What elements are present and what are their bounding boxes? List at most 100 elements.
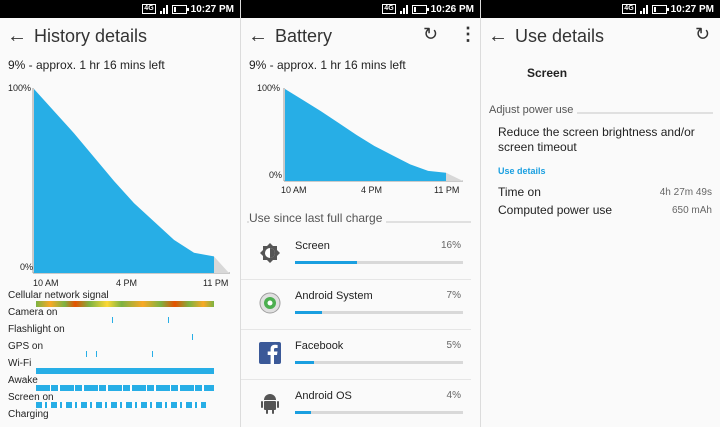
projection-area bbox=[446, 172, 463, 181]
signal-label-camera: Camera on bbox=[8, 307, 58, 318]
app-percent: 7% bbox=[446, 290, 461, 301]
app-name: Android System bbox=[295, 290, 373, 302]
signal-label-gps: GPS on bbox=[8, 341, 44, 352]
app-row-android-os[interactable]: Android OS 4% bbox=[241, 380, 471, 427]
gps-on-marker bbox=[86, 351, 87, 357]
section-header: Adjust power use bbox=[489, 104, 578, 116]
signal-label-charging: Charging bbox=[8, 409, 49, 420]
app-name: Facebook bbox=[295, 340, 344, 352]
computed-power-value: 650 mAh bbox=[671, 205, 712, 216]
battery-history-svg: 100% 0% 10 AM 4 PM 11 PM bbox=[8, 83, 230, 288]
awake-bar bbox=[36, 385, 214, 391]
flashlight-on-marker bbox=[192, 334, 193, 340]
history-details-panel: 4G 10:27 PM ← History details 9% - appro… bbox=[0, 0, 240, 427]
signal-label-flashlight: Flashlight on bbox=[8, 324, 65, 335]
usage-bar-fill bbox=[295, 411, 311, 414]
android-system-icon bbox=[259, 292, 281, 314]
battery-summary: 9% - approx. 1 hr 16 mins left bbox=[249, 58, 406, 72]
usage-bar-fill bbox=[295, 261, 358, 264]
android-os-icon bbox=[261, 394, 279, 414]
refresh-icon[interactable]: ↻ bbox=[695, 24, 710, 45]
cellular-signal-bar bbox=[36, 301, 214, 307]
usage-bar-fill bbox=[295, 311, 323, 314]
app-row-facebook[interactable]: Facebook 5% bbox=[241, 330, 471, 380]
battery-history-chart: 100% 0% 10 AM 4 PM 11 PM bbox=[0, 80, 240, 290]
page-title: Battery bbox=[275, 25, 333, 46]
status-time: 10:27 PM bbox=[670, 3, 714, 15]
app-row-android-system[interactable]: Android System 7% bbox=[241, 280, 471, 330]
use-details-header: Use details bbox=[498, 166, 546, 176]
x-label-10am: 10 AM bbox=[33, 278, 59, 288]
x-label-10am: 10 AM bbox=[281, 185, 307, 195]
signal-icon bbox=[159, 4, 168, 14]
time-on-value: 4h 27m 49s bbox=[659, 187, 712, 198]
app-bar: ← Battery bbox=[241, 18, 480, 54]
signal-label-wifi: Wi-Fi bbox=[8, 358, 32, 369]
battery-icon bbox=[651, 4, 669, 14]
network-type-badge: 4G bbox=[382, 4, 396, 14]
battery-chart[interactable]: 100% 0% 10 AM 4 PM 11 PM bbox=[241, 80, 480, 200]
signal-icon bbox=[399, 4, 408, 14]
app-row-screen[interactable]: Screen 16% bbox=[241, 230, 471, 280]
page-title: History details bbox=[34, 25, 148, 46]
network-type-badge: 4G bbox=[622, 4, 636, 14]
status-bar: 4G 10:27 PM bbox=[0, 0, 240, 18]
wifi-bar bbox=[36, 368, 214, 374]
x-label-4pm: 4 PM bbox=[116, 278, 137, 288]
x-label-4pm: 4 PM bbox=[361, 185, 382, 195]
app-name-header: Screen bbox=[527, 66, 568, 80]
battery-icon bbox=[171, 4, 189, 14]
usage-bar-track bbox=[295, 311, 463, 314]
app-name: Android OS bbox=[295, 390, 352, 402]
overflow-menu-icon[interactable]: ⋮ bbox=[459, 24, 477, 45]
network-type-badge: 4G bbox=[142, 4, 156, 14]
status-time: 10:27 PM bbox=[190, 3, 234, 15]
usage-bar-track bbox=[295, 361, 463, 364]
time-on-label: Time on bbox=[498, 185, 541, 199]
camera-on-marker bbox=[112, 317, 113, 323]
use-details-panel: 4G 10:27 PM ← Use details ↻ Screen Adjus… bbox=[480, 0, 720, 427]
battery-area bbox=[285, 89, 446, 181]
usage-bar-track bbox=[295, 261, 463, 264]
battery-panel: 4G 10:26 PM ← Battery ↻ ⋮ 9% - approx. 1… bbox=[240, 0, 480, 427]
y-top-label: 100% bbox=[257, 83, 280, 93]
page-title: Use details bbox=[515, 25, 605, 46]
battery-icon bbox=[411, 4, 429, 14]
usage-bar-fill bbox=[295, 361, 315, 364]
camera-on-marker bbox=[168, 317, 169, 323]
computed-power-label: Computed power use bbox=[498, 203, 613, 217]
status-bar: 4G 10:27 PM bbox=[481, 0, 720, 18]
section-header: Use since last full charge bbox=[249, 211, 387, 225]
back-arrow-icon[interactable]: ← bbox=[0, 25, 34, 48]
battery-chart-svg: 100% 0% 10 AM 4 PM 11 PM bbox=[257, 83, 463, 195]
battery-summary: 9% - approx. 1 hr 16 mins left bbox=[8, 58, 165, 72]
gps-on-marker bbox=[152, 351, 153, 357]
app-name: Screen bbox=[295, 240, 330, 252]
battery-area bbox=[34, 89, 214, 273]
y-bottom-label: 0% bbox=[269, 170, 282, 180]
app-percent: 5% bbox=[446, 340, 461, 351]
refresh-icon[interactable]: ↻ bbox=[423, 24, 438, 45]
app-bar: ← Use details bbox=[481, 18, 720, 54]
screen-brightness-icon bbox=[260, 243, 280, 263]
status-time: 10:26 PM bbox=[430, 3, 474, 15]
x-label-11pm: 11 PM bbox=[434, 185, 459, 195]
app-percent: 16% bbox=[440, 240, 461, 251]
projection-area bbox=[214, 256, 229, 273]
app-bar: ← History details bbox=[0, 18, 240, 54]
back-arrow-icon[interactable]: ← bbox=[241, 25, 275, 48]
x-label-11pm: 11 PM bbox=[203, 278, 228, 288]
adjust-power-suggestion[interactable]: Reduce the screen brightness and/or scre… bbox=[498, 125, 698, 155]
gps-on-marker bbox=[96, 351, 97, 357]
status-bar: 4G 10:26 PM bbox=[241, 0, 480, 18]
signal-label-awake: Awake bbox=[8, 375, 38, 386]
signal-icon bbox=[639, 4, 648, 14]
y-top-label: 100% bbox=[8, 83, 31, 93]
app-percent: 4% bbox=[446, 390, 461, 401]
screen-on-bar bbox=[36, 402, 206, 408]
facebook-icon bbox=[259, 342, 281, 364]
back-arrow-icon[interactable]: ← bbox=[481, 25, 515, 48]
usage-bar-track bbox=[295, 411, 463, 414]
signal-label-cellular: Cellular network signal bbox=[8, 290, 109, 301]
y-bottom-label: 0% bbox=[20, 262, 33, 272]
